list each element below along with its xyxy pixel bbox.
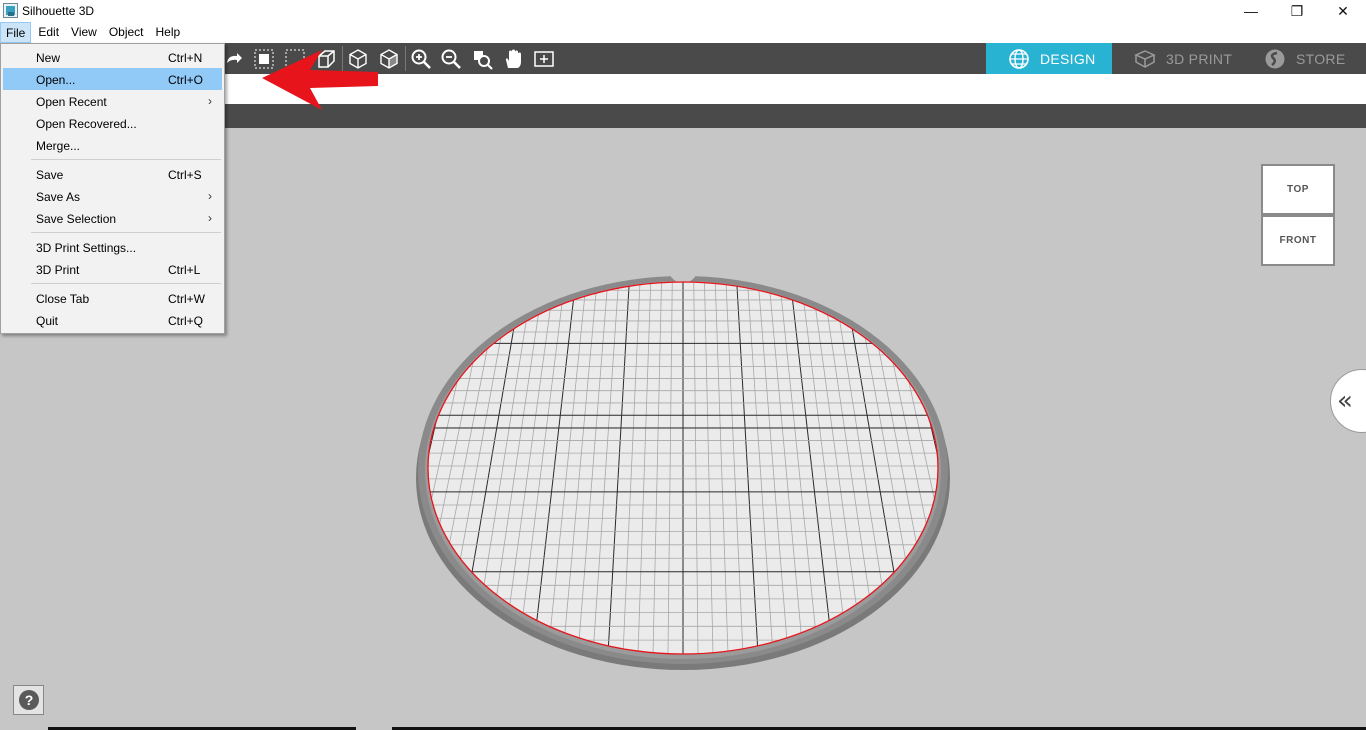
file-menu-dropdown: New Ctrl+N Open... Ctrl+O Open Recent › … — [0, 43, 225, 334]
pan-button[interactable] — [497, 43, 528, 74]
menu-item-open-recent[interactable]: Open Recent › — [3, 90, 222, 112]
menu-help[interactable]: Help — [151, 22, 186, 43]
menu-item-quit[interactable]: Quit Ctrl+Q — [3, 309, 222, 331]
store-logo-icon — [1265, 49, 1285, 68]
menu-item-save-as[interactable]: Save As › — [3, 185, 222, 207]
annotation-arrow-icon — [262, 50, 378, 110]
minimize-icon: — — [1244, 3, 1258, 19]
tab-design-label: DESIGN — [1040, 50, 1096, 67]
menu-file[interactable]: File — [0, 22, 32, 43]
zoom-in-button[interactable] — [405, 43, 436, 74]
submenu-arrow-icon: › — [208, 211, 212, 225]
hand-icon — [505, 49, 521, 68]
menu-separator — [31, 283, 221, 284]
menu-bar: File Edit View Object Help — [0, 22, 1366, 43]
redo-icon — [226, 52, 242, 63]
zoom-out-button[interactable] — [435, 43, 466, 74]
menu-item-3d-print[interactable]: 3D Print Ctrl+L — [3, 258, 222, 280]
menu-separator — [31, 159, 221, 160]
tab-design[interactable]: DESIGN — [986, 43, 1112, 74]
window-title: Silhouette 3D — [22, 4, 95, 18]
title-bar: Silhouette 3D — ❐ ✕ — [0, 0, 1366, 22]
globe-icon — [1009, 48, 1029, 69]
view-cube-top[interactable]: TOP — [1261, 164, 1335, 215]
submenu-arrow-icon: › — [208, 189, 212, 203]
restore-button[interactable]: ❐ — [1274, 0, 1320, 22]
menu-item-new[interactable]: New Ctrl+N — [3, 46, 222, 68]
menu-item-open[interactable]: Open... Ctrl+O — [3, 68, 222, 90]
close-icon: ✕ — [1337, 2, 1349, 19]
menu-separator — [31, 232, 221, 233]
question-icon: ? — [18, 690, 39, 710]
tab-3d-print[interactable]: 3D PRINT — [1112, 43, 1242, 74]
submenu-arrow-icon: › — [208, 94, 212, 108]
menu-item-save-selection[interactable]: Save Selection › — [3, 207, 222, 229]
menu-item-save[interactable]: Save Ctrl+S — [3, 163, 222, 185]
view-cube-front[interactable]: FRONT — [1261, 215, 1335, 266]
zoom-fit-icon — [473, 50, 493, 70]
tab-store[interactable]: STORE — [1242, 43, 1366, 74]
help-button[interactable]: ? — [13, 685, 44, 715]
zoom-fit-button[interactable] — [466, 43, 497, 74]
svg-text:?: ? — [24, 692, 33, 708]
print-box-icon — [1134, 49, 1156, 68]
frame-plus-icon — [533, 50, 554, 67]
menu-edit[interactable]: Edit — [33, 22, 64, 43]
menu-item-3d-print-settings[interactable]: 3D Print Settings... — [3, 236, 222, 258]
app-logo-icon — [3, 3, 18, 18]
tab-store-label: STORE — [1296, 50, 1346, 67]
menu-item-open-recovered[interactable]: Open Recovered... — [3, 112, 222, 134]
menu-item-close-tab[interactable]: Close Tab Ctrl+W — [3, 287, 222, 309]
double-chevron-left-icon: « — [1337, 386, 1353, 416]
menu-view[interactable]: View — [66, 22, 102, 43]
zoom-out-icon — [441, 49, 461, 69]
restore-icon: ❐ — [1290, 2, 1304, 19]
menu-item-merge[interactable]: Merge... — [3, 134, 222, 156]
minimize-button[interactable]: — — [1228, 0, 1274, 22]
close-button[interactable]: ✕ — [1320, 0, 1366, 22]
tab-3d-print-label: 3D PRINT — [1166, 50, 1233, 67]
cube-right-icon — [379, 48, 398, 69]
zoom-in-icon — [411, 49, 431, 69]
menu-object[interactable]: Object — [104, 22, 149, 43]
add-object-button[interactable] — [528, 43, 559, 74]
view-cube[interactable]: TOP FRONT — [1261, 164, 1335, 266]
